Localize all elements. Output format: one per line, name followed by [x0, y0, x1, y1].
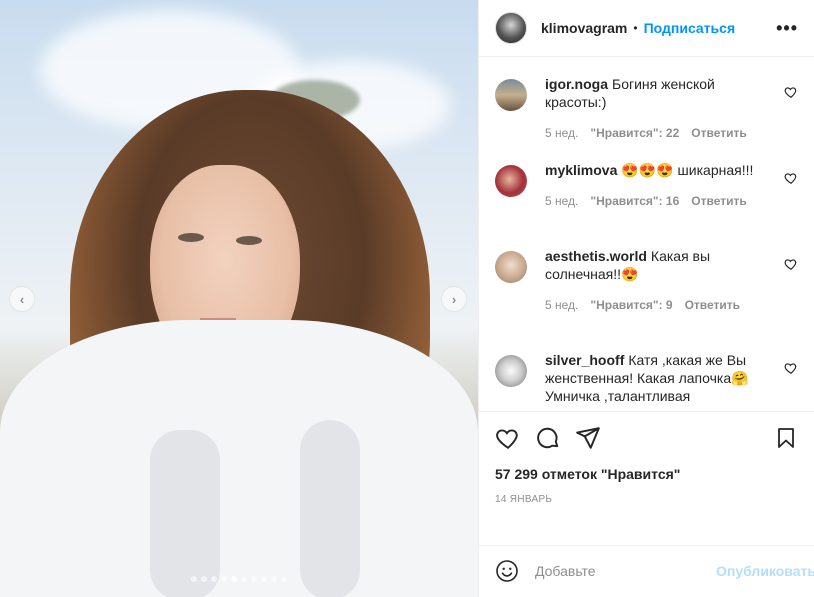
comment-username[interactable]: silver_hooff [545, 352, 624, 368]
author-avatar[interactable] [495, 12, 527, 45]
carousel-dot [201, 576, 207, 582]
comment-age[interactable]: 5 нед. [545, 124, 578, 142]
commenter-avatar[interactable] [495, 355, 527, 388]
bookmark-icon[interactable] [774, 425, 798, 451]
post-photo[interactable]: ‹ › [0, 0, 478, 597]
heart-icon[interactable] [784, 171, 798, 185]
separator-bullet: • [633, 21, 638, 36]
comment-body: silver_hooff Катя ,какая же Вы женственна… [545, 351, 798, 405]
reply-button[interactable]: Ответить [685, 296, 740, 314]
robe-fold [300, 420, 360, 597]
post-sidebar: klimovagram • Подписаться ••• igor.noga Б… [478, 0, 814, 597]
comment-meta: 5 нед. "Нравится": 9 Ответить [545, 296, 772, 314]
comment-composer: Опубликовать [479, 544, 814, 597]
carousel-next-button[interactable]: › [441, 286, 467, 312]
post-date[interactable]: 14 ЯНВАРЬ [495, 494, 798, 505]
more-icon[interactable]: ••• [776, 18, 798, 39]
heart-icon[interactable] [784, 257, 798, 271]
carousel-dot [281, 576, 287, 582]
bathrobe [0, 320, 478, 597]
comment-body: myklimova 😍😍😍 шикарная!!! 5 нед. "Нравитс… [545, 161, 798, 247]
carousel-dot [231, 576, 237, 582]
carousel-dot [211, 576, 217, 582]
comment-body: aesthetis.world Какая вы солнечная!!😍 5 н… [545, 247, 798, 351]
share-button[interactable] [575, 425, 601, 451]
publish-button[interactable]: Опубликовать [716, 563, 814, 579]
comments-list[interactable]: igor.noga Богиня женской красоты:) 5 нед.… [479, 57, 814, 411]
reply-button[interactable]: Ответить [691, 124, 746, 142]
like-button[interactable] [495, 425, 521, 451]
comment-meta: 5 нед. "Нравится": 16 Ответить [545, 192, 772, 210]
comment-meta: 5 нед. "Нравится": 22 Ответить [545, 124, 772, 142]
comment: myklimova 😍😍😍 шикарная!!! 5 нед. "Нравитс… [495, 161, 798, 247]
comment-likes[interactable]: "Нравится": 16 [590, 192, 679, 210]
share-icon[interactable] [575, 425, 601, 451]
carousel-indicator [0, 576, 478, 582]
right-eye [236, 236, 262, 245]
comment-input[interactable] [535, 563, 716, 580]
carousel-dot [221, 576, 227, 582]
save-button[interactable] [774, 425, 798, 451]
follow-button[interactable]: Подписаться [644, 20, 736, 36]
post-actions: 57 299 отметок "Нравится" 14 ЯНВАРЬ [479, 410, 814, 545]
comment: silver_hooff Катя ,какая же Вы женственна… [495, 351, 798, 405]
heart-icon[interactable] [784, 361, 798, 375]
comment-body: igor.noga Богиня женской красоты:) 5 нед.… [545, 75, 798, 161]
action-icons [495, 424, 798, 452]
heart-icon[interactable] [784, 85, 798, 99]
comment-username[interactable]: aesthetis.world [545, 248, 647, 264]
emoji-button[interactable] [495, 559, 519, 583]
carousel-dot [271, 576, 277, 582]
comment-button[interactable] [535, 425, 561, 451]
author-username[interactable]: klimovagram [541, 20, 627, 36]
comment-age[interactable]: 5 нед. [545, 296, 578, 314]
likes-count[interactable]: 57 299 отметок "Нравится" [495, 466, 798, 482]
comment-username[interactable]: igor.noga [545, 76, 608, 92]
carousel-dot [261, 576, 267, 582]
heart-icon[interactable] [495, 425, 521, 451]
comment-likes[interactable]: "Нравится": 22 [590, 124, 679, 142]
commenter-avatar[interactable] [495, 251, 527, 284]
carousel-dot [251, 576, 257, 582]
comment-age[interactable]: 5 нед. [545, 192, 578, 210]
post-header: klimovagram • Подписаться ••• [479, 0, 814, 58]
robe-fold [150, 430, 220, 597]
comment-text: 😍😍😍 шикарная!!! [621, 162, 754, 179]
emoji-icon[interactable] [495, 559, 519, 583]
comment-icon[interactable] [535, 425, 561, 451]
carousel-dot [191, 576, 197, 582]
comment-username[interactable]: myklimova [545, 162, 617, 178]
left-eye [178, 233, 204, 242]
commenter-avatar[interactable] [495, 165, 527, 198]
comment: aesthetis.world Какая вы солнечная!!😍 5 н… [495, 247, 798, 351]
carousel-dot [241, 576, 247, 582]
carousel-prev-button[interactable]: ‹ [9, 286, 35, 312]
reply-button[interactable]: Ответить [691, 192, 746, 210]
comment-likes[interactable]: "Нравится": 9 [590, 296, 672, 314]
commenter-avatar[interactable] [495, 79, 527, 112]
comment: igor.noga Богиня женской красоты:) 5 нед.… [495, 75, 798, 161]
post-viewer: ‹ › klimovagram • Подписаться ••• igor.n… [0, 0, 814, 597]
